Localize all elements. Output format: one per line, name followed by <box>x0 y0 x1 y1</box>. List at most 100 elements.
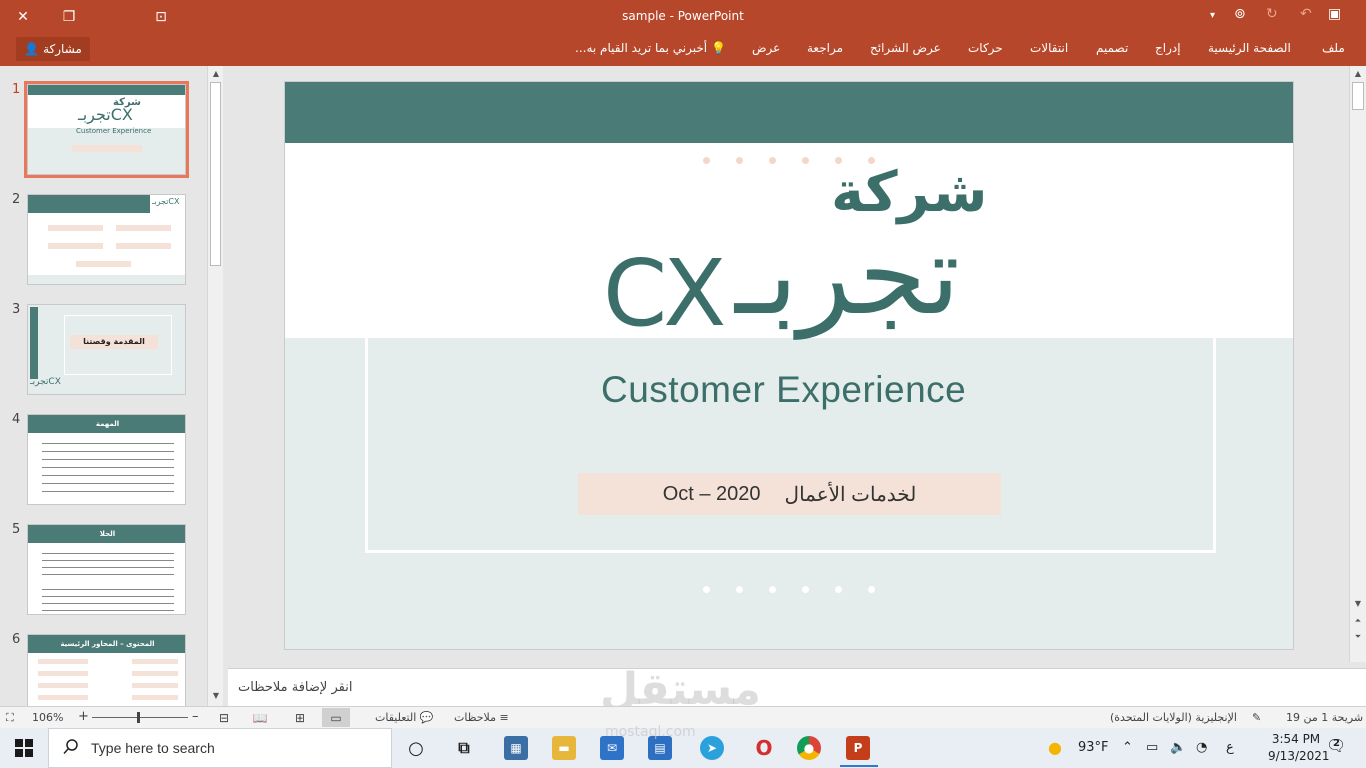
thumb2-logo: تجربـCX <box>152 197 180 206</box>
powerpoint-icon[interactable]: P <box>846 736 870 760</box>
tab-file[interactable]: ملف <box>1322 41 1345 55</box>
scroll-thumb[interactable] <box>210 82 221 266</box>
save-icon[interactable]: ▣ <box>1328 6 1341 22</box>
share-button[interactable]: مشاركة 👤 <box>16 37 90 61</box>
service-text: لخدمات الأعمال <box>784 483 917 506</box>
date-banner[interactable]: Oct – 2020 لخدمات الأعمال <box>578 473 1001 515</box>
tab-home[interactable]: الصفحة الرئيسية <box>1208 41 1291 55</box>
brand-english[interactable]: Customer Experience <box>601 369 981 411</box>
tab-view[interactable]: عرض <box>752 41 780 55</box>
slide-thumbnails-pane: 1 شركة تجربـCX Customer Experience 2 تجر… <box>0 66 207 725</box>
thumb4-title: المهمة <box>28 415 185 433</box>
search-icon <box>63 738 79 758</box>
share-label: مشاركة <box>43 42 82 56</box>
previous-slide-icon[interactable]: ⏶ <box>1350 616 1366 626</box>
decor-dot <box>835 586 842 593</box>
opera-icon[interactable]: O <box>752 736 776 760</box>
tab-design[interactable]: تصميم <box>1096 41 1128 55</box>
scroll-down-icon[interactable]: ▼ <box>1350 599 1366 608</box>
clock-date: 9/13/2021 <box>1268 749 1330 763</box>
taskbar-search[interactable]: Type here to search <box>48 728 392 768</box>
clock[interactable]: 3:54 PM 9/13/2021 <box>1268 731 1330 765</box>
cortana-icon[interactable]: ○ <box>404 736 428 760</box>
slide-header-band <box>285 82 1293 143</box>
zoom-slider[interactable] <box>92 717 188 718</box>
thumb1-logo: تجربـCX <box>78 105 133 124</box>
brand-cx-logo[interactable]: CX <box>603 248 726 340</box>
tab-insert[interactable]: إدراج <box>1155 41 1181 55</box>
spellcheck-icon[interactable]: ✎ <box>1252 711 1261 724</box>
zoom-slider-knob[interactable] <box>137 712 140 723</box>
customize-toolbar-icon[interactable]: ▾ <box>1210 10 1215 21</box>
clock-time: 3:54 PM <box>1271 732 1321 746</box>
reading-view-icon[interactable]: 📖 <box>246 708 274 727</box>
date-text: Oct – 2020 <box>662 482 761 505</box>
notes-pane[interactable]: انقر لإضافة ملاحظات <box>228 668 1366 706</box>
present-from-start-icon[interactable]: ⊚ <box>1234 6 1246 22</box>
comments-button[interactable]: التعليقات 💬 <box>375 711 433 724</box>
start-button[interactable] <box>0 728 48 768</box>
zoom-level[interactable]: 106% <box>32 711 63 724</box>
chrome-icon[interactable]: ● <box>797 736 821 760</box>
thumb-number: 4 <box>12 412 21 427</box>
scroll-up-icon[interactable]: ▲ <box>1350 69 1366 78</box>
comment-icon: 💬 <box>419 711 434 724</box>
notes-placeholder[interactable]: انقر لإضافة ملاحظات <box>238 680 352 695</box>
normal-view-icon[interactable]: ▭ <box>322 708 350 727</box>
thumbnail-slide-3[interactable]: المقدمة وقصتنا تجربـCX <box>27 304 186 395</box>
slideshow-view-icon[interactable]: ⊟ <box>210 708 238 727</box>
network-icon[interactable]: ◔ <box>1196 740 1207 755</box>
windows-logo-icon <box>15 739 33 757</box>
tab-slideshow[interactable]: عرض الشرائح <box>870 41 941 55</box>
show-hidden-icons[interactable]: ⌃ <box>1122 740 1133 755</box>
thumb1-brand-en: Customer Experience <box>76 127 152 135</box>
file-explorer-icon[interactable]: ▬ <box>552 736 576 760</box>
thumbnail-slide-2[interactable]: تجربـCX <box>27 194 186 285</box>
keyboard-language[interactable]: ع <box>1226 740 1234 755</box>
decor-dot <box>703 157 710 164</box>
volume-icon[interactable]: 🔈 <box>1170 740 1186 755</box>
undo-icon[interactable]: ↶ <box>1300 6 1312 22</box>
thumbnails-scrollbar[interactable]: ▲ ▼ <box>207 66 223 706</box>
task-view-icon[interactable]: ⧉ <box>452 736 476 760</box>
watermark-url: mostaql.com <box>605 724 696 740</box>
scroll-down-icon[interactable]: ▼ <box>208 691 224 700</box>
thumb-number: 1 <box>12 82 21 97</box>
add-person-icon: 👤 <box>24 42 40 56</box>
thumbnail-slide-1[interactable]: شركة تجربـCX Customer Experience <box>24 81 189 178</box>
window-title: sample - PowerPoint <box>622 9 744 23</box>
scroll-thumb[interactable] <box>1352 82 1364 110</box>
telegram-icon[interactable]: ➤ <box>700 736 724 760</box>
thumb5-title: الحلا <box>28 525 185 543</box>
zoom-out-icon[interactable]: – <box>192 709 199 724</box>
brand-arabic[interactable]: تجربـ <box>735 220 960 330</box>
current-slide[interactable]: شركة تجربـ CX Customer Experience Oct – … <box>284 81 1294 650</box>
thumb3-logo: تجربـCX <box>30 377 61 387</box>
sorter-view-icon[interactable]: ⊞ <box>286 708 314 727</box>
tab-review[interactable]: مراجعة <box>807 41 843 55</box>
editor-scrollbar[interactable]: ▲ ▼ ⏶ ⏷ <box>1349 66 1366 662</box>
decor-dot <box>769 586 776 593</box>
next-slide-icon[interactable]: ⏷ <box>1350 632 1366 642</box>
title-bar: ✕ ❐ ⊡ sample - PowerPoint ▾ ⊚ ↻ ↶ ▣ <box>0 0 1366 34</box>
fit-slide-icon[interactable]: ⛶ <box>6 711 14 725</box>
tab-animations[interactable]: حركات <box>968 41 1003 55</box>
language-indicator[interactable]: الإنجليزية (الولايات المتحدة) <box>1110 711 1237 724</box>
decor-dot <box>736 157 743 164</box>
active-app-indicator <box>840 765 878 767</box>
tab-transitions[interactable]: انتقالات <box>1030 41 1068 55</box>
calculator-icon[interactable]: ▦ <box>504 736 528 760</box>
decor-dot <box>802 586 809 593</box>
zoom-in-icon[interactable]: + <box>78 709 89 724</box>
battery-icon[interactable]: ▭ <box>1146 740 1158 755</box>
thumbnail-slide-4[interactable]: المهمة <box>27 414 186 505</box>
weather-temp[interactable]: 93°F <box>1078 740 1109 755</box>
weather-icon[interactable]: ● <box>1048 738 1062 757</box>
decor-dot <box>802 157 809 164</box>
tell-me-search[interactable]: 💡 أخبرني بما تريد القيام به... <box>575 41 726 55</box>
thumbnail-slide-5[interactable]: الحلا <box>27 524 186 615</box>
notes-button[interactable]: ملاحظات ≡ <box>454 711 509 724</box>
notes-icon: ≡ <box>499 711 509 724</box>
scroll-up-icon[interactable]: ▲ <box>208 69 224 78</box>
redo-icon[interactable]: ↻ <box>1266 6 1278 22</box>
